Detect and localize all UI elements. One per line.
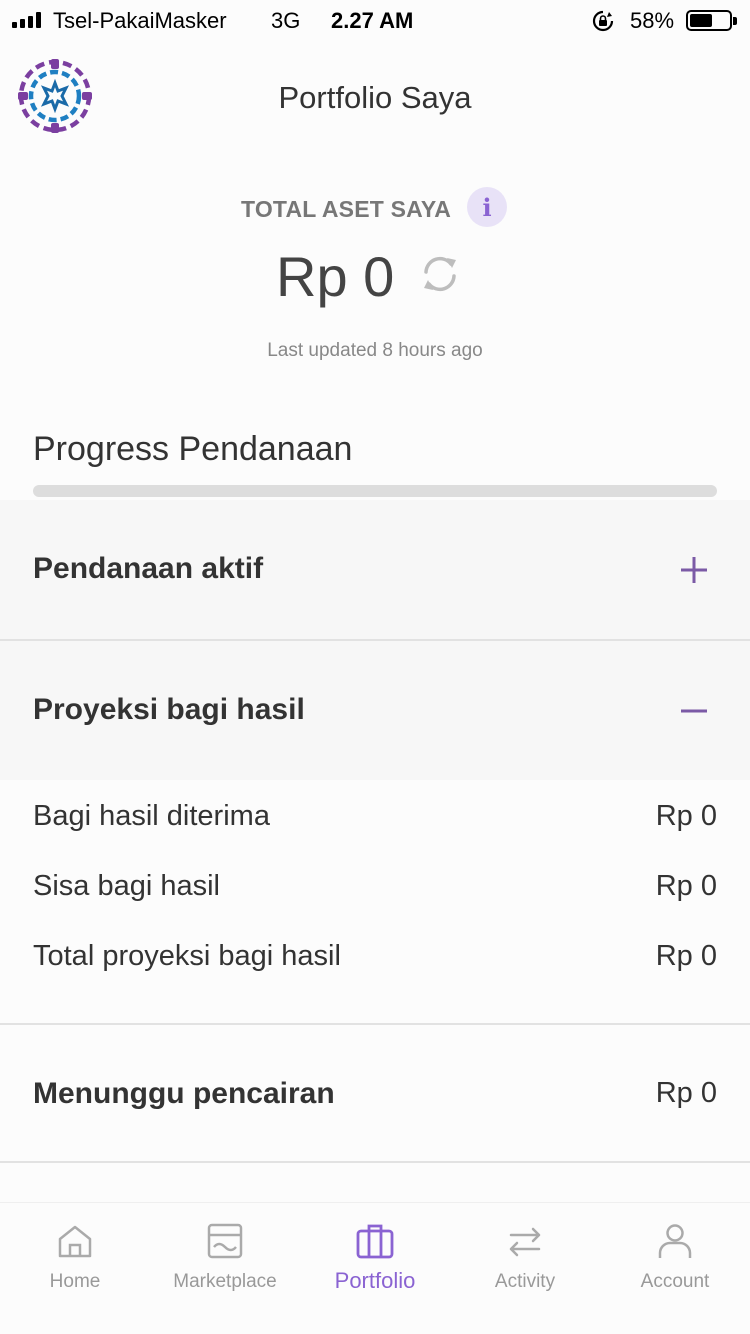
status-time: 2.27 AM [331, 8, 414, 33]
refresh-icon[interactable] [420, 255, 460, 293]
list-item: Sisa bagi hasil Rp 0 [33, 870, 717, 910]
pending-disbursement-section: Menunggu pencairan Rp 0 [0, 1025, 750, 1161]
nav-home-label: Home [49, 1271, 101, 1292]
remaining-profit-label: Sisa bagi hasil [33, 870, 220, 902]
battery-icon [686, 10, 737, 31]
activity-icon [509, 1227, 541, 1257]
network-type: 3G [271, 8, 301, 33]
nav-marketplace[interactable]: Marketplace [150, 1203, 300, 1334]
total-assets-label: TOTAL ASET SAYA [241, 196, 452, 222]
nav-activity[interactable]: Activity [450, 1203, 600, 1334]
signal-strength-icon [12, 12, 41, 28]
profit-projection-section[interactable]: Proyeksi bagi hasil [0, 641, 750, 780]
page-title: Portfolio Saya [278, 80, 472, 115]
carrier-name: Tsel-PakaiMasker [53, 8, 227, 33]
pending-disbursement-value: Rp 0 [655, 1077, 717, 1109]
nav-account-label: Account [640, 1271, 710, 1292]
total-projection-value: Rp 0 [655, 940, 717, 972]
profit-projection-details: Bagi hasil diterima Rp 0 Sisa bagi hasil… [0, 780, 750, 1023]
nav-portfolio-label: Portfolio [334, 1268, 416, 1293]
marketplace-icon [207, 1223, 243, 1259]
list-item: Total proyeksi bagi hasil Rp 0 [33, 940, 717, 980]
profit-projection-title: Proyeksi bagi hasil [33, 693, 305, 726]
list-item: Bagi hasil diterima Rp 0 [33, 800, 717, 840]
account-icon [658, 1224, 692, 1258]
nav-activity-label: Activity [494, 1271, 556, 1292]
pending-disbursement-label: Menunggu pencairan [33, 1077, 335, 1110]
progress-title: Progress Pendanaan [33, 430, 353, 468]
battery-percent: 58% [630, 8, 675, 33]
total-assets-value: Rp 0 [276, 245, 395, 308]
nav-marketplace-label: Marketplace [173, 1271, 277, 1292]
plus-icon[interactable] [679, 555, 709, 585]
active-funding-section[interactable]: Pendanaan aktif [0, 500, 750, 639]
received-profit-label: Bagi hasil diterima [33, 800, 270, 832]
home-icon [58, 1225, 92, 1258]
nav-account[interactable]: Account [600, 1203, 750, 1334]
nav-portfolio[interactable]: Portfolio [300, 1203, 450, 1334]
funding-progress-bar [33, 485, 717, 497]
total-projection-label: Total proyeksi bagi hasil [33, 940, 341, 972]
info-icon[interactable]: i [467, 187, 507, 227]
header-action-placeholder [684, 78, 720, 114]
last-updated-text: Last updated 8 hours ago [267, 340, 483, 361]
status-bar: Tsel-PakaiMasker 3G 2.27 AM 58% [0, 0, 750, 40]
received-profit-value: Rp 0 [655, 800, 717, 832]
remaining-profit-value: Rp 0 [655, 870, 717, 902]
bottom-navigation: Home Marketplace Portfolio Activity Acco… [0, 1202, 750, 1334]
divider [0, 1161, 750, 1163]
nav-home[interactable]: Home [0, 1203, 150, 1334]
portfolio-icon [356, 1224, 394, 1259]
minus-icon[interactable] [679, 696, 709, 726]
info-symbol: i [482, 192, 492, 222]
active-funding-title: Pendanaan aktif [33, 552, 264, 585]
rotation-lock-icon [592, 10, 614, 32]
